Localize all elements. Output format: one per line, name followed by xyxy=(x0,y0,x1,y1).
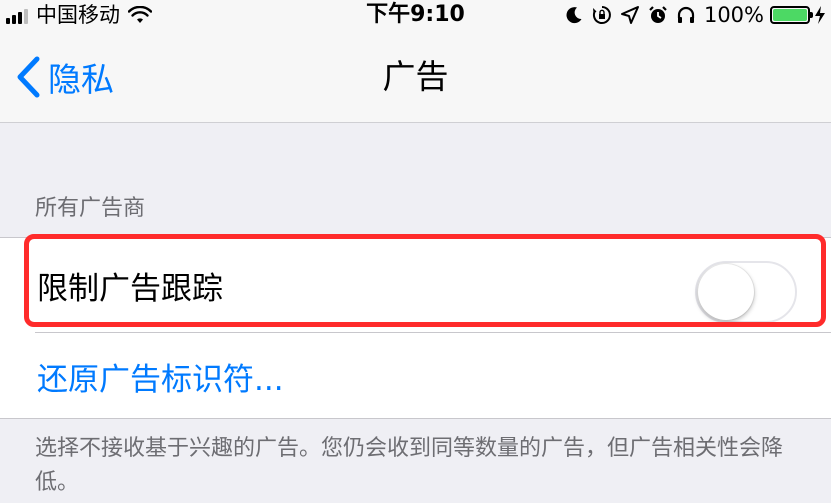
limit-ad-tracking-label: 限制广告跟踪 xyxy=(37,270,223,307)
status-bar: 中国移动 下午9:10 100% xyxy=(0,0,831,30)
charging-bolt-icon xyxy=(815,6,825,24)
moon-icon xyxy=(566,7,582,24)
settings-group: 限制广告跟踪 还原广告标识符... xyxy=(0,237,831,419)
battery-percentage: 100% xyxy=(703,3,764,27)
reset-advertising-identifier-label: 还原广告标识符... xyxy=(37,361,284,398)
toggle-knob xyxy=(698,264,754,320)
battery-icon xyxy=(770,6,813,24)
limit-ad-tracking-row: 限制广告跟踪 xyxy=(0,238,831,332)
navigation-bar: 隐私 广告 xyxy=(0,30,831,123)
battery-fill xyxy=(773,9,807,21)
rotation-lock-icon xyxy=(592,6,611,24)
alarm-icon xyxy=(649,6,667,23)
limit-ad-tracking-toggle[interactable] xyxy=(695,261,797,323)
section-footer: 选择不接收基于兴趣的广告。您仍会收到同等数量的广告，但广告相关性会降低。 xyxy=(35,436,784,495)
location-icon xyxy=(620,6,639,24)
status-right: 100% xyxy=(564,0,827,30)
headphones-icon xyxy=(677,6,695,23)
section-header: 所有广告商 xyxy=(35,196,146,221)
page-title: 广告 xyxy=(382,57,449,96)
reset-advertising-identifier-button[interactable]: 还原广告标识符... xyxy=(0,333,831,419)
